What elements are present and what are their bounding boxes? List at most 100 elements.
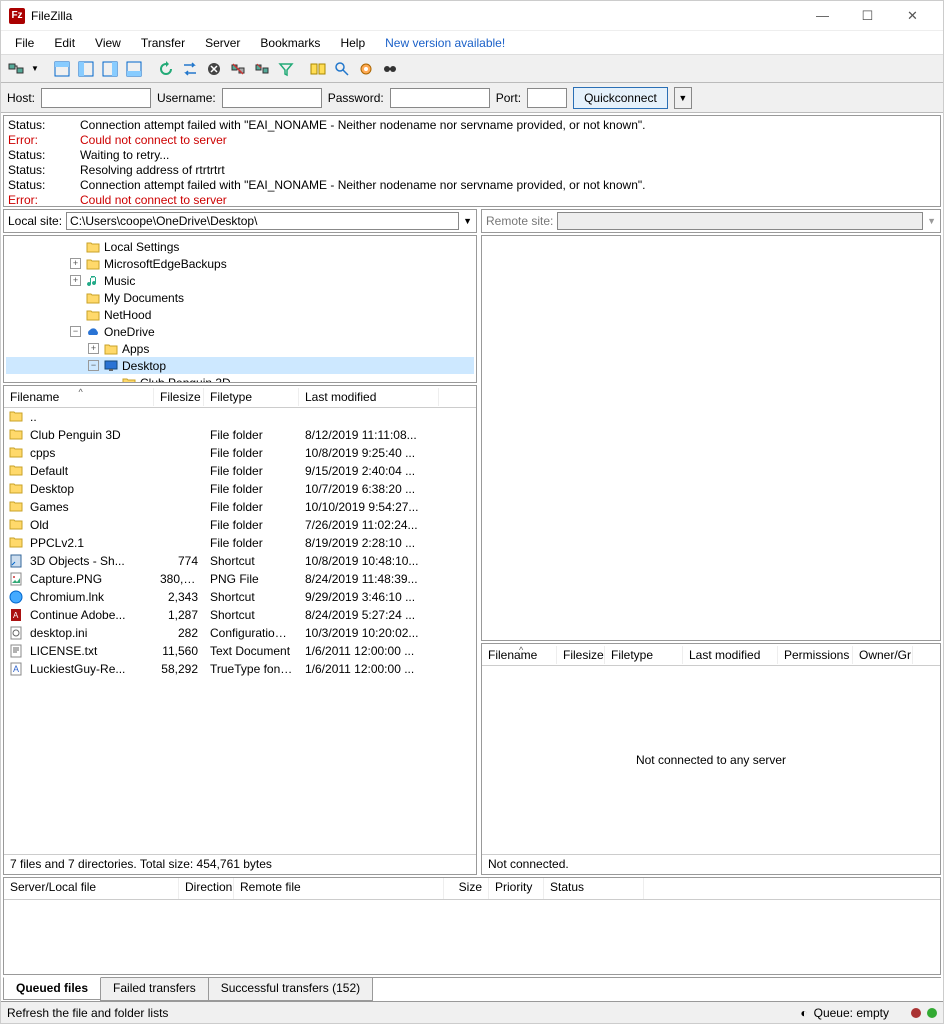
- local-file-list[interactable]: Filename Filesize Filetype Last modified…: [3, 385, 477, 875]
- menu-server[interactable]: Server: [195, 33, 250, 53]
- tree-node[interactable]: Local Settings: [6, 238, 474, 255]
- port-input[interactable]: [527, 88, 567, 108]
- minimize-button[interactable]: —: [800, 2, 845, 30]
- col-permissions[interactable]: Permissions: [778, 646, 853, 664]
- process-queue-icon[interactable]: [179, 58, 201, 80]
- remote-file-list[interactable]: Filename Filesize Filetype Last modified…: [481, 643, 941, 875]
- dropdown-icon[interactable]: ▼: [463, 216, 472, 226]
- dropdown-icon[interactable]: ▼: [927, 216, 936, 226]
- menu-edit[interactable]: Edit: [44, 33, 85, 53]
- tree-node[interactable]: +Music: [6, 272, 474, 289]
- list-item[interactable]: DesktopFile folder10/7/2019 6:38:20 ...: [4, 480, 476, 498]
- password-input[interactable]: [390, 88, 490, 108]
- menu-new-version[interactable]: New version available!: [375, 33, 515, 53]
- username-input[interactable]: [222, 88, 322, 108]
- menu-transfer[interactable]: Transfer: [131, 33, 195, 53]
- quickconnect-button[interactable]: Quickconnect: [573, 87, 668, 109]
- cell-name: PPCLv2.1: [24, 536, 154, 550]
- reconnect-icon[interactable]: [251, 58, 273, 80]
- site-manager-icon[interactable]: [5, 58, 27, 80]
- tab-queued[interactable]: Queued files: [3, 977, 101, 1000]
- cancel-icon[interactable]: [203, 58, 225, 80]
- menu-bookmarks[interactable]: Bookmarks: [250, 33, 330, 53]
- cell-modified: 10/8/2019 9:25:40 ...: [299, 446, 439, 460]
- list-item[interactable]: PPCLv2.1File folder8/19/2019 2:28:10 ...: [4, 534, 476, 552]
- tree-node[interactable]: My Documents: [6, 289, 474, 306]
- col-server-file[interactable]: Server/Local file: [4, 878, 179, 899]
- remote-tree[interactable]: [481, 235, 941, 641]
- list-item[interactable]: AContinue Adobe...1,287Shortcut8/24/2019…: [4, 606, 476, 624]
- col-filetype[interactable]: Filetype: [605, 646, 683, 664]
- list-item[interactable]: ALuckiestGuy-Re...58,292TrueType font ..…: [4, 660, 476, 678]
- find-icon[interactable]: [379, 58, 401, 80]
- search-icon[interactable]: [355, 58, 377, 80]
- col-status[interactable]: Status: [544, 878, 644, 899]
- col-owner[interactable]: Owner/Gr: [853, 646, 913, 664]
- close-button[interactable]: ✕: [890, 2, 935, 30]
- cell-modified: 10/8/2019 10:48:10...: [299, 554, 439, 568]
- expand-icon[interactable]: −: [70, 326, 81, 337]
- compare-icon[interactable]: [307, 58, 329, 80]
- tree-node[interactable]: +Apps: [6, 340, 474, 357]
- list-item[interactable]: GamesFile folder10/10/2019 9:54:27...: [4, 498, 476, 516]
- col-size[interactable]: Size: [444, 878, 489, 899]
- list-item[interactable]: cppsFile folder10/8/2019 9:25:40 ...: [4, 444, 476, 462]
- toggle-log-icon[interactable]: [51, 58, 73, 80]
- list-item[interactable]: OldFile folder7/26/2019 11:02:24...: [4, 516, 476, 534]
- col-direction[interactable]: Direction: [179, 878, 234, 899]
- col-filesize[interactable]: Filesize: [154, 388, 204, 406]
- expand-icon[interactable]: −: [88, 360, 99, 371]
- tab-successful[interactable]: Successful transfers (152): [208, 978, 373, 1001]
- site-manager-dropdown-icon[interactable]: ▼: [29, 58, 41, 80]
- transfer-queue[interactable]: Server/Local file Direction Remote file …: [3, 877, 941, 975]
- list-item[interactable]: LICENSE.txt11,560Text Document1/6/2011 1…: [4, 642, 476, 660]
- toggle-queue-icon[interactable]: [123, 58, 145, 80]
- list-item[interactable]: Club Penguin 3DFile folder8/12/2019 11:1…: [4, 426, 476, 444]
- local-path-combo[interactable]: [66, 212, 459, 230]
- quickconnect-history-dropdown[interactable]: ▼: [674, 87, 692, 109]
- menu-file[interactable]: File: [5, 33, 44, 53]
- cell-name: Chromium.lnk: [24, 590, 154, 604]
- col-filetype[interactable]: Filetype: [204, 388, 299, 406]
- menu-view[interactable]: View: [85, 33, 131, 53]
- tab-failed[interactable]: Failed transfers: [100, 978, 209, 1001]
- host-input[interactable]: [41, 88, 151, 108]
- menu-help[interactable]: Help: [330, 33, 375, 53]
- folder-icon: [8, 428, 24, 442]
- tree-node[interactable]: +MicrosoftEdgeBackups: [6, 255, 474, 272]
- cell-name: Continue Adobe...: [24, 608, 154, 622]
- local-tree[interactable]: Local Settings+MicrosoftEdgeBackups+Musi…: [3, 235, 477, 383]
- local-list-header[interactable]: Filename Filesize Filetype Last modified: [4, 386, 476, 408]
- filter-icon[interactable]: [275, 58, 297, 80]
- refresh-icon[interactable]: [155, 58, 177, 80]
- tree-node[interactable]: Club Penguin 3D: [6, 374, 474, 383]
- list-item[interactable]: desktop.ini282Configuration ...10/3/2019…: [4, 624, 476, 642]
- expand-icon[interactable]: +: [88, 343, 99, 354]
- col-remote-file[interactable]: Remote file: [234, 878, 444, 899]
- disconnect-icon[interactable]: [227, 58, 249, 80]
- col-filename[interactable]: Filename: [482, 646, 557, 664]
- transfer-header[interactable]: Server/Local file Direction Remote file …: [4, 878, 940, 900]
- tree-node[interactable]: −OneDrive: [6, 323, 474, 340]
- col-priority[interactable]: Priority: [489, 878, 544, 899]
- remote-list-header[interactable]: Filename Filesize Filetype Last modified…: [482, 644, 940, 666]
- list-item[interactable]: Capture.PNG380,223PNG File8/24/2019 11:4…: [4, 570, 476, 588]
- expand-icon[interactable]: +: [70, 258, 81, 269]
- col-filesize[interactable]: Filesize: [557, 646, 605, 664]
- sync-browse-icon[interactable]: [331, 58, 353, 80]
- maximize-button[interactable]: ☐: [845, 2, 890, 30]
- list-item[interactable]: Chromium.lnk2,343Shortcut9/29/2019 3:46:…: [4, 588, 476, 606]
- expand-icon[interactable]: +: [70, 275, 81, 286]
- col-modified[interactable]: Last modified: [299, 388, 439, 406]
- message-log[interactable]: Status:Connection attempt failed with "E…: [3, 115, 941, 207]
- tree-node[interactable]: −Desktop: [6, 357, 474, 374]
- list-item[interactable]: DefaultFile folder9/15/2019 2:40:04 ...: [4, 462, 476, 480]
- tree-node[interactable]: NetHood: [6, 306, 474, 323]
- toggle-tree-icon[interactable]: [75, 58, 97, 80]
- cell-name: Games: [24, 500, 154, 514]
- list-item[interactable]: 3D Objects - Sh...774Shortcut10/8/2019 1…: [4, 552, 476, 570]
- toggle-remote-tree-icon[interactable]: [99, 58, 121, 80]
- list-item[interactable]: ..: [4, 408, 476, 426]
- col-modified[interactable]: Last modified: [683, 646, 778, 664]
- col-filename[interactable]: Filename: [4, 388, 154, 406]
